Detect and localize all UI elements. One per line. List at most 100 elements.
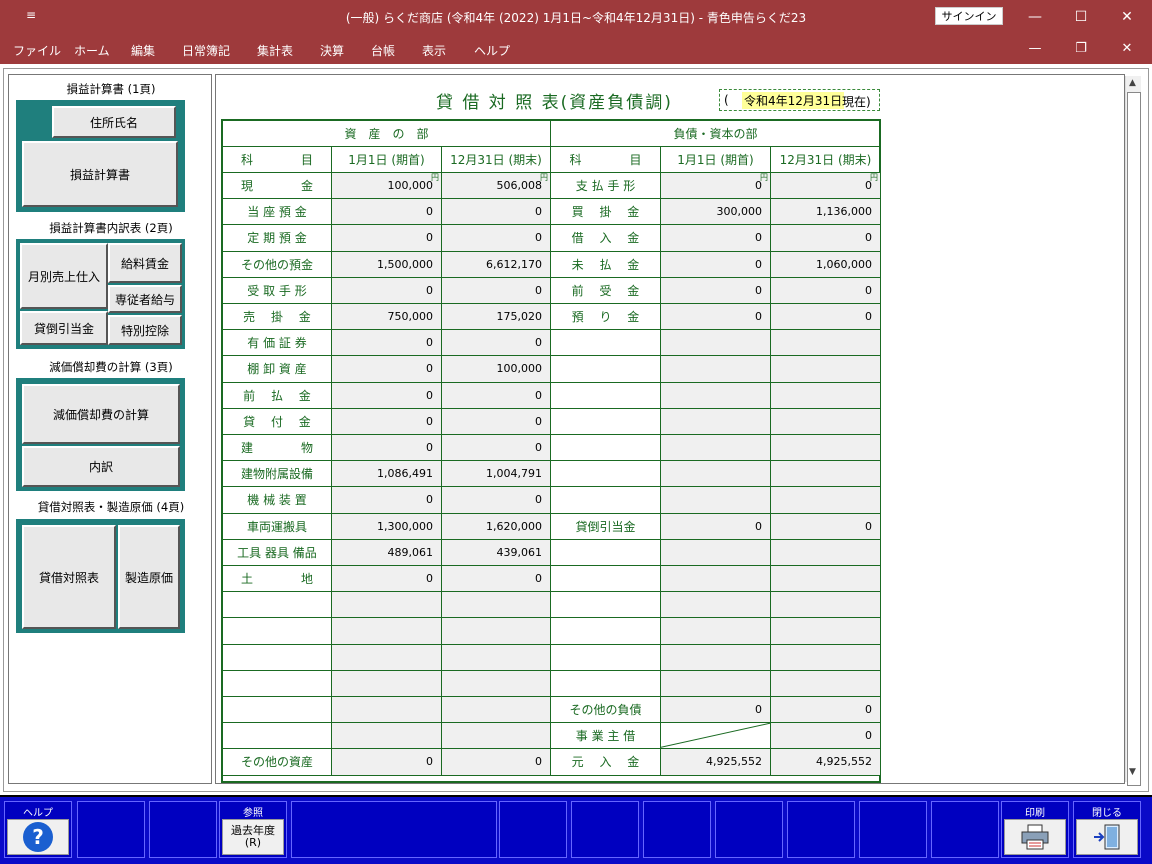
liability-start-value[interactable] [661,408,771,435]
asset-end-value[interactable]: 1,620,000 [442,513,551,540]
asset-start-value[interactable] [332,723,442,750]
asset-end-value[interactable]: 0 [442,487,551,514]
asset-end-value[interactable]: 0 [442,225,551,252]
asset-end-value[interactable]: 0 [442,749,551,776]
asset-end-value[interactable] [442,670,551,697]
liability-start-value[interactable]: 0 [661,173,771,200]
menu-daily-bookkeeping[interactable]: 日常簿記 [182,42,230,59]
liability-end-value[interactable] [771,408,881,435]
asset-end-value[interactable] [442,697,551,724]
asset-end-value[interactable]: 6,612,170 [442,251,551,278]
liability-end-value[interactable] [771,566,881,593]
liability-end-value[interactable]: 0 [771,277,881,304]
liability-start-value[interactable]: 4,925,552 [661,749,771,776]
asset-start-value[interactable]: 0 [332,566,442,593]
asset-end-value[interactable]: 100,000 [442,356,551,383]
liability-start-value[interactable] [661,330,771,357]
pl-statement-button[interactable]: 損益計算書 [22,141,178,207]
past-year-button[interactable]: 過去年度 (R) [222,819,284,855]
special-deduction-button[interactable]: 特別控除 [108,315,182,345]
liability-start-value[interactable] [661,723,771,750]
asset-start-value[interactable]: 0 [332,382,442,409]
asset-start-value[interactable]: 0 [332,225,442,252]
asset-end-value[interactable]: 0 [442,435,551,462]
liability-start-value[interactable]: 0 [661,225,771,252]
doc-restore-button[interactable]: ❐ [1058,34,1104,64]
asset-start-value[interactable]: 0 [332,749,442,776]
signin-button[interactable]: サインイン [935,7,1003,25]
liability-end-value[interactable]: 0 [771,697,881,724]
liability-end-value[interactable] [771,356,881,383]
asset-start-value[interactable]: 0 [332,356,442,383]
asset-start-value[interactable] [332,697,442,724]
liability-end-value[interactable] [771,539,881,566]
liability-end-value[interactable]: 1,136,000 [771,199,881,226]
liability-end-value[interactable]: 0 [771,225,881,252]
menu-closing[interactable]: 決算 [320,42,344,59]
menu-edit[interactable]: 編集 [131,42,155,59]
asset-start-value[interactable]: 0 [332,199,442,226]
liability-start-value[interactable] [661,435,771,462]
asset-end-value[interactable]: 0 [442,408,551,435]
help-key[interactable]: ヘルプ? [4,801,72,858]
menu-file[interactable]: ファイル [13,42,61,59]
asset-end-value[interactable]: 175,020 [442,304,551,331]
liability-start-value[interactable] [661,566,771,593]
salary-wages-button[interactable]: 給料賃金 [108,243,182,283]
asset-start-value[interactable] [332,592,442,619]
reference-key[interactable]: 参照 過去年度 (R) [219,801,287,858]
print-key[interactable]: 印刷 [1001,801,1069,858]
doc-close-button[interactable]: ✕ [1104,34,1150,64]
asset-end-value[interactable]: 0 [442,277,551,304]
asset-start-value[interactable]: 1,500,000 [332,251,442,278]
liability-end-value[interactable]: 0 [771,513,881,540]
bad-debt-allowance-button[interactable]: 貸倒引当金 [20,311,108,345]
printer-icon[interactable] [1004,819,1066,855]
scroll-down-icon[interactable]: ▼ [1129,767,1136,777]
asset-start-value[interactable]: 0 [332,408,442,435]
asset-start-value[interactable]: 0 [332,277,442,304]
liability-start-value[interactable] [661,644,771,671]
exit-door-icon[interactable] [1076,819,1138,855]
liability-start-value[interactable]: 0 [661,513,771,540]
menu-view[interactable]: 表示 [422,42,446,59]
asset-end-value[interactable] [442,723,551,750]
asset-start-value[interactable]: 1,086,491 [332,461,442,488]
menu-help[interactable]: ヘルプ [474,42,510,59]
family-employee-salary-button[interactable]: 専従者給与 [108,285,182,313]
date-field[interactable]: 令和4年12月31日 [742,92,845,109]
liability-end-value[interactable]: 0 [771,304,881,331]
liability-start-value[interactable]: 0 [661,304,771,331]
scroll-up-icon[interactable]: ▲ [1129,78,1136,88]
liability-end-value[interactable] [771,382,881,409]
liability-start-value[interactable] [661,487,771,514]
asset-end-value[interactable]: 0 [442,382,551,409]
asset-end-value[interactable] [442,618,551,645]
liability-end-value[interactable] [771,644,881,671]
asset-start-value[interactable]: 750,000 [332,304,442,331]
menu-home[interactable]: ホーム [74,42,110,59]
liability-start-value[interactable] [661,618,771,645]
depreciation-detail-button[interactable]: 内訳 [22,446,180,487]
liability-end-value[interactable] [771,461,881,488]
liability-end-value[interactable] [771,670,881,697]
asset-end-value[interactable] [442,644,551,671]
monthly-sales-purchase-button[interactable]: 月別売上仕入 [20,243,108,309]
liability-start-value[interactable]: 0 [661,697,771,724]
asset-start-value[interactable]: 0 [332,330,442,357]
asset-start-value[interactable]: 1,300,000 [332,513,442,540]
liability-end-value[interactable]: 4,925,552 [771,749,881,776]
liability-start-value[interactable] [661,356,771,383]
liability-end-value[interactable] [771,435,881,462]
liability-start-value[interactable]: 300,000 [661,199,771,226]
maximize-button[interactable]: ☐ [1058,0,1104,34]
liability-start-value[interactable] [661,461,771,488]
asset-end-value[interactable]: 439,061 [442,539,551,566]
liability-end-value[interactable]: 0 [771,173,881,200]
asset-start-value[interactable] [332,618,442,645]
asset-start-value[interactable] [332,670,442,697]
asset-start-value[interactable]: 100,000 [332,173,442,200]
scroll-thumb[interactable] [1127,92,1141,786]
asset-start-value[interactable]: 0 [332,487,442,514]
liability-end-value[interactable] [771,487,881,514]
